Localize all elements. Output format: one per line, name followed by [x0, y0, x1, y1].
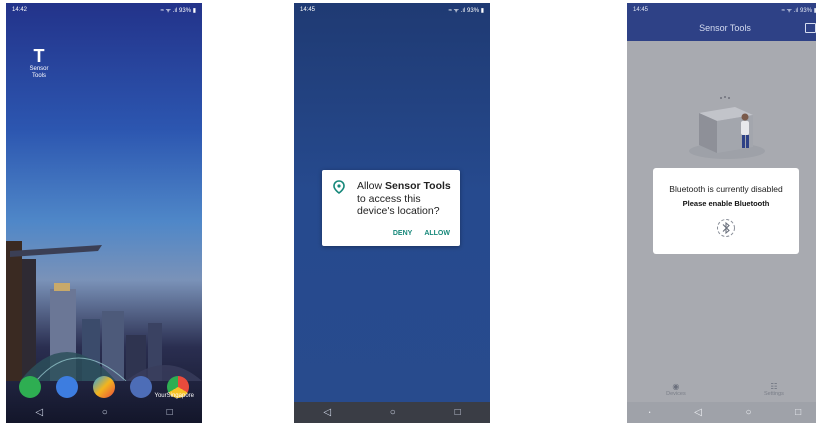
status-bar: 14:45 ≈ ᯤ .ıl 93% ▮ — [627, 3, 816, 17]
status-bar: 14:45 ≈ ᯤ .ıl 93% ▮ — [294, 3, 490, 17]
status-icons: ≈ ᯤ .ıl 93% ▮ — [781, 8, 816, 14]
home-icon[interactable]: ○ — [390, 407, 396, 418]
back-icon[interactable]: ◁ — [35, 407, 43, 418]
recents-icon[interactable]: □ — [455, 407, 461, 418]
recents-icon[interactable]: □ — [795, 407, 801, 418]
bluetooth-icon[interactable] — [716, 218, 736, 238]
sensor-tools-app-icon[interactable]: T Sensor Tools — [24, 46, 54, 80]
bottom-tab-bar: ◉ Devices ☷ Settings — [627, 376, 816, 402]
status-icons: ≈ ᯤ .ıl 93% ▮ — [160, 8, 196, 14]
phone-app-icon[interactable] — [19, 376, 42, 398]
back-icon[interactable]: ◁ — [694, 407, 702, 418]
bluetooth-disabled-dialog: Bluetooth is currently disabled Please e… — [653, 168, 799, 254]
nav-bar: ◁ ○ □ — [6, 402, 202, 423]
settings-icon: ☷ — [770, 381, 778, 391]
permission-app-name: Sensor Tools — [385, 180, 451, 192]
play-store-icon[interactable] — [92, 376, 115, 398]
sensor-tools-logo-icon: T — [33, 46, 45, 66]
tab-devices[interactable]: ◉ Devices — [666, 382, 686, 397]
devices-icon: ◉ — [672, 381, 680, 391]
allow-button[interactable]: ALLOW — [424, 230, 450, 237]
home-screen-phone: 14:42 ≈ ᯤ .ıl 93% ▮ T Sensor Tools YourS… — [6, 3, 202, 423]
empty-box-illustration — [689, 96, 765, 159]
app-bar-action-icon[interactable] — [805, 23, 816, 33]
nav-dot-icon: • — [648, 409, 651, 416]
tab-settings-label: Settings — [763, 390, 784, 397]
status-time: 14:45 — [300, 7, 316, 13]
status-time: 14:42 — [12, 7, 28, 13]
app-label: Sensor Tools — [29, 66, 49, 79]
enable-bluetooth-prompt: Please enable Bluetooth — [682, 199, 770, 208]
status-icons: ≈ ᯤ .ıl 93% ▮ — [448, 8, 484, 14]
permission-phone: 14:45 ≈ ᯤ .ıl 93% ▮ Allow Sensor Tools t… — [294, 3, 490, 423]
location-pin-icon — [333, 180, 345, 194]
deny-button[interactable]: DENY — [393, 230, 412, 237]
tab-devices-label: Devices — [666, 390, 686, 397]
location-permission-dialog: Allow Sensor Tools to access this device… — [322, 170, 460, 246]
recents-icon[interactable]: □ — [167, 407, 173, 418]
nav-bar: ◁ ○ □ — [294, 402, 490, 423]
dialog-buttons: DENY ALLOW — [393, 230, 450, 237]
back-icon[interactable]: ◁ — [323, 407, 331, 418]
bluetooth-message: Bluetooth is currently disabled — [669, 184, 783, 194]
app-title: Sensor Tools — [699, 23, 751, 33]
status-bar: 14:42 ≈ ᯤ .ıl 93% ▮ — [6, 3, 202, 17]
permission-message: Allow Sensor Tools to access this device… — [357, 180, 451, 217]
camera-app-icon[interactable] — [129, 376, 152, 398]
city-wallpaper — [6, 241, 202, 381]
messages-app-icon[interactable] — [56, 376, 79, 398]
bluetooth-phone: Sensor Tools 14:45 ≈ ᯤ .ıl 93% ▮ Bluetoo… — [627, 3, 816, 423]
wallpaper-watermark: YourSingapore — [154, 393, 194, 399]
home-icon[interactable]: ○ — [102, 407, 108, 418]
tab-settings[interactable]: ☷ Settings — [764, 382, 784, 397]
home-icon[interactable]: ○ — [745, 407, 751, 418]
nav-bar: • ◁ ○ □ — [627, 402, 816, 423]
status-time: 14:45 — [633, 7, 649, 13]
